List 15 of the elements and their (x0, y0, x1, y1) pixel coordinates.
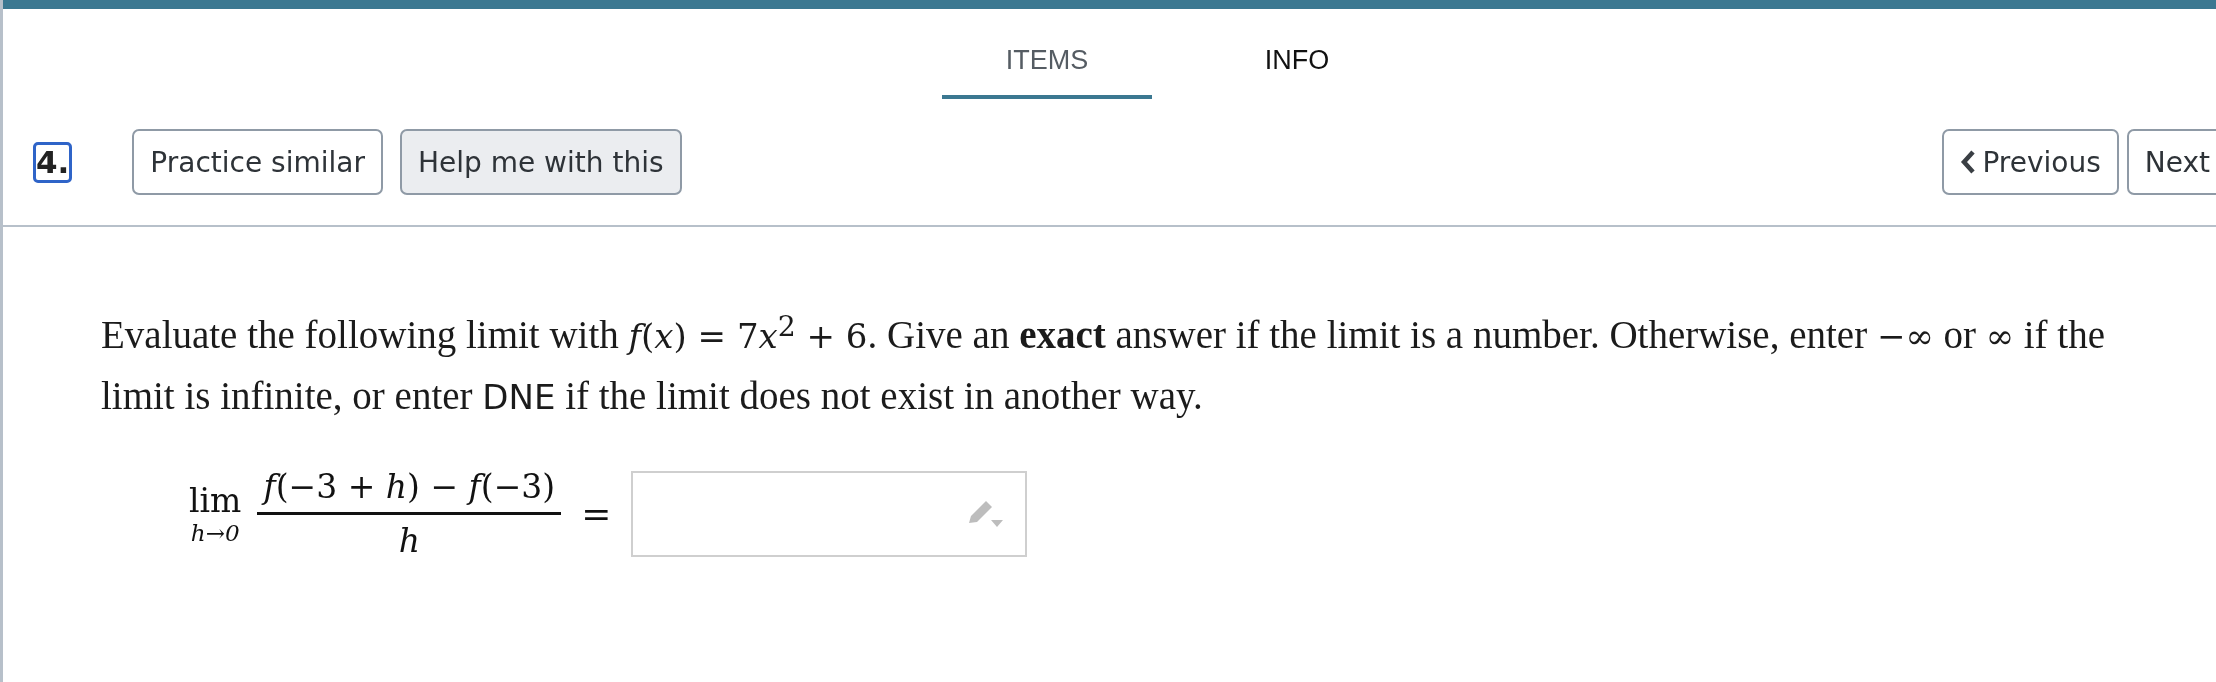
previous-button[interactable]: Previous (1942, 129, 2119, 195)
next-button[interactable]: Next (2126, 129, 2216, 195)
practice-button[interactable]: Practice similar (132, 129, 383, 195)
question-number[interactable]: 4. (33, 141, 73, 183)
tab[interactable]: ITEMS (942, 39, 1152, 99)
tab[interactable]: INFO (1192, 39, 1402, 99)
limit-operator: lim (189, 481, 242, 521)
help-button[interactable]: Help me with this (399, 129, 682, 195)
question-text: Evaluate the following limit with f(x) = 7x$^{2}$ + 6. Give an exact answer if the limit is a number. Otherwise, enter −∞ or ∞ if the limit is infinite, or enter DNE if the limit does not exist in another way. (101, 309, 2106, 420)
fraction-denominator: h (398, 520, 420, 561)
equals-sign: = (581, 493, 612, 535)
fraction-numerator: f(−3 + h) − f(−3) (257, 467, 562, 516)
chevron-left-icon (1960, 149, 1977, 175)
limit-subscript: h→0 (190, 520, 240, 547)
answer-field[interactable] (631, 470, 1028, 557)
